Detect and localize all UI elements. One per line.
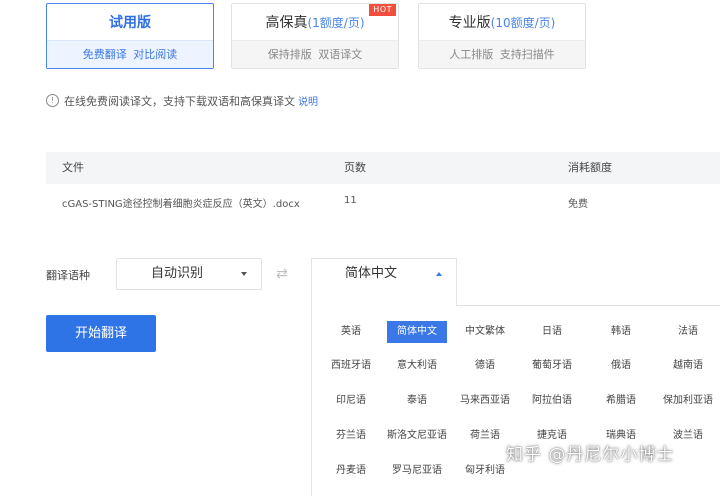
language-option[interactable]: 英语 — [321, 321, 381, 343]
info-icon: ! — [46, 94, 59, 107]
plan-quota: (10额度/页) — [490, 16, 556, 30]
watermark: 知乎 @丹尼尔小博士 — [506, 445, 675, 465]
language-option[interactable]: 俄语 — [591, 355, 651, 377]
language-option[interactable]: 德语 — [455, 355, 515, 377]
plan-title-row: 专业版(10额度/页) — [419, 4, 585, 42]
plan-title: 试用版 — [109, 15, 151, 31]
swap-icon[interactable]: ⇄ — [276, 266, 288, 282]
language-option[interactable]: 中文繁体 — [455, 321, 515, 343]
start-translate-button[interactable]: 开始翻译 — [46, 315, 156, 352]
plan-features: 保持排版 双语译文 — [232, 40, 398, 68]
column-header-cost: 消耗额度 — [568, 161, 612, 174]
language-option[interactable]: 法语 — [658, 321, 718, 343]
language-option[interactable]: 希腊语 — [591, 390, 651, 412]
language-dropdown: 英语 简体中文 中文繁体 日语 韩语 法语西班牙语 意大利语 德语 葡萄牙语 俄语 越南语印尼语 泰语… — [311, 305, 720, 496]
file-table-header: 文件 页数 消耗额度 — [46, 152, 720, 184]
plan-title: 高保真 — [265, 15, 308, 31]
language-option[interactable]: 罗马尼亚语 — [387, 460, 447, 482]
language-option[interactable]: 简体中文 — [387, 321, 447, 343]
language-option[interactable]: 阿拉伯语 — [522, 390, 582, 412]
language-option[interactable]: 意大利语 — [387, 355, 447, 377]
caret-up-icon — [436, 272, 442, 276]
caret-down-icon — [241, 272, 247, 276]
source-language-value: 自动识别 — [150, 266, 203, 281]
plan-features: 人工排版 支持扫描件 — [419, 40, 585, 68]
column-header-file: 文件 — [62, 161, 84, 174]
language-option[interactable]: 西班牙语 — [321, 355, 381, 377]
file-name: cGAS-STING途径控制着细胞炎症反应（英文）.docx — [62, 199, 300, 210]
column-header-pages: 页数 — [344, 161, 366, 174]
language-option[interactable]: 越南语 — [658, 355, 718, 377]
language-option[interactable]: 葡萄牙语 — [522, 355, 582, 377]
plan-card-high-fidelity[interactable]: 高保真(1额度/页) HOT 保持排版 双语译文 — [231, 3, 399, 69]
plan-quota: (1额度/页) — [307, 16, 365, 30]
info-text: 在线免费阅读译文，支持下载双语和高保真译文 — [64, 95, 295, 108]
hot-badge: HOT — [369, 4, 396, 16]
target-language-value: 简体中文 — [344, 266, 397, 281]
language-option[interactable]: 韩语 — [591, 321, 651, 343]
language-option[interactable]: 泰语 — [387, 390, 447, 412]
target-language-select[interactable]: 简体中文 — [311, 258, 457, 306]
language-option[interactable]: 斯洛文尼亚语 — [387, 425, 447, 447]
language-label: 翻译语种 — [46, 269, 90, 282]
language-option[interactable]: 印尼语 — [321, 390, 381, 412]
plan-card-trial[interactable]: 试用版 免费翻译 对比阅读 — [46, 3, 214, 69]
info-line: 在线免费阅读译文，支持下载双语和高保真译文 说明 — [64, 93, 318, 109]
language-option[interactable]: 保加利亚语 — [658, 390, 718, 412]
plan-title: 专业版 — [448, 15, 491, 31]
language-option[interactable]: 日语 — [522, 321, 582, 343]
language-option[interactable]: 马来西亚语 — [455, 390, 515, 412]
language-option[interactable]: 丹麦语 — [321, 460, 381, 482]
plan-card-professional[interactable]: 专业版(10额度/页) 人工排版 支持扫描件 — [418, 3, 586, 69]
file-pages: 11 — [344, 195, 357, 206]
info-link[interactable]: 说明 — [298, 97, 318, 108]
plan-features: 免费翻译 对比阅读 — [47, 40, 213, 68]
file-cost: 免费 — [568, 199, 588, 210]
language-option[interactable]: 芬兰语 — [321, 425, 381, 447]
source-language-select[interactable]: 自动识别 — [116, 258, 262, 290]
